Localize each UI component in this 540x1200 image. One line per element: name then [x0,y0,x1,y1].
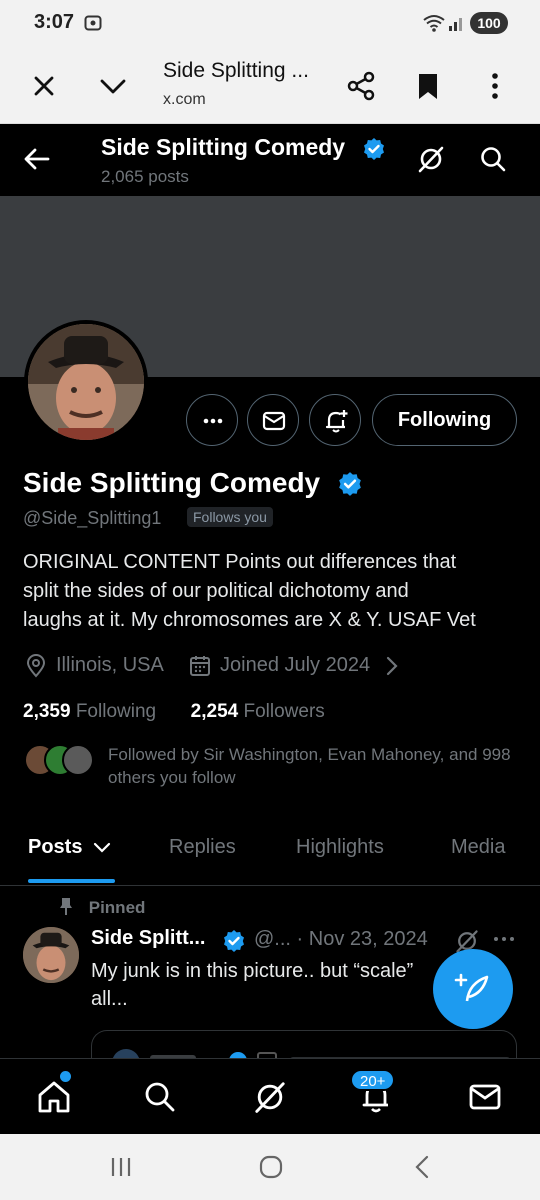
followers-stat[interactable]: 2,254 Followers [191,701,325,722]
mutual-followers-avatars[interactable] [24,744,94,776]
signal-icon [448,13,466,33]
compose-feather-icon [454,973,489,1002]
share-icon[interactable] [343,68,379,104]
pinned-text: Pinned [88,898,146,917]
more-horizontal-icon[interactable] [492,929,516,949]
tab-posts[interactable]: Posts [28,836,112,859]
header-post-count: 2,065 posts [101,167,189,186]
back-arrow-icon[interactable] [22,144,52,174]
tweet-author-avatar[interactable] [23,927,79,983]
following-button[interactable]: Following [372,394,517,446]
tweet-handle-date: @... · Nov 23, 2024 [254,928,428,950]
chevron-down-icon [93,842,111,853]
profile-handle: @Side_Splitting1 [23,508,162,528]
back-icon[interactable] [410,1154,436,1180]
tab-media[interactable]: Media [451,836,505,859]
profile-bio: ORIGINAL CONTENT Points out differences … [23,551,476,631]
system-nav-bar [0,1134,540,1200]
verified-badge-icon [222,929,246,953]
chevron-right-icon[interactable] [385,655,399,677]
message-button[interactable] [247,394,299,446]
recent-apps-icon[interactable] [108,1154,134,1180]
following-count: 2,359 [23,701,71,722]
follows-you-badge: Follows you [187,507,273,527]
grok-icon[interactable] [252,1079,288,1115]
wifi-icon [422,13,446,33]
battery-indicator: 100 [470,12,508,34]
calendar-icon [189,654,211,678]
profile-top-nav: Side Splitting Comedy 2,065 posts [0,124,540,196]
profile-joined-date: Joined July 2024 [220,654,371,676]
following-label: Following [75,701,157,722]
search-icon[interactable] [142,1079,178,1115]
location-icon [25,654,47,678]
following-stat[interactable]: 2,359 Following [23,701,156,722]
browser-toolbar: Side Splitting ... x.com [0,46,540,124]
followers-count: 2,254 [190,701,239,722]
pinned-label: Pinned [58,896,145,918]
home-button-icon[interactable] [258,1154,284,1180]
messages-icon[interactable] [467,1079,503,1115]
tweet-text: My junk is in this picture.. but “scale”… [91,960,414,1010]
home-unread-dot [60,1071,71,1082]
followed-by-text[interactable]: Followed by Sir Washington, Evan Mahoney… [108,743,528,789]
grok-icon[interactable] [416,144,446,174]
tab-replies[interactable]: Replies [169,836,236,859]
profile-avatar[interactable] [24,320,148,444]
more-vertical-icon[interactable] [477,68,513,104]
status-time: 3:07 [34,11,75,33]
profile-tabs: Posts Replies Highlights Media [0,822,540,886]
tab-highlights[interactable]: Highlights [296,836,384,859]
notification-badge: 20+ [350,1069,396,1091]
bookmark-icon[interactable] [410,68,446,104]
followers-label: Followers [243,701,325,722]
status-bar: 3:07 100 [0,0,540,46]
screenshot-icon [84,14,102,32]
home-icon[interactable] [36,1079,72,1115]
browser-url[interactable]: x.com [163,91,206,109]
search-icon[interactable] [478,144,508,174]
tweet-author-name[interactable]: Side Splitt... [91,927,205,950]
notify-bell-button[interactable] [309,394,361,446]
chevron-down-icon[interactable] [95,68,131,104]
avatar [62,744,94,776]
browser-page-title: Side Splitting ... [163,59,309,82]
verified-badge-icon [362,137,386,161]
more-options-button[interactable] [186,394,238,446]
active-tab-indicator [28,879,115,883]
profile-display-name: Side Splitting Comedy [23,467,321,498]
close-icon[interactable] [26,68,62,104]
verified-badge-icon [337,471,363,497]
tab-posts-label: Posts [28,836,83,858]
compose-post-button[interactable] [433,949,513,1029]
follow-counts: 2,359 Following 2,254 Followers [23,701,325,723]
header-profile-name: Side Splitting Comedy [101,134,346,160]
profile-location: Illinois, USA [56,654,164,676]
bottom-nav: 20+ [0,1058,540,1134]
pin-icon [60,898,72,915]
